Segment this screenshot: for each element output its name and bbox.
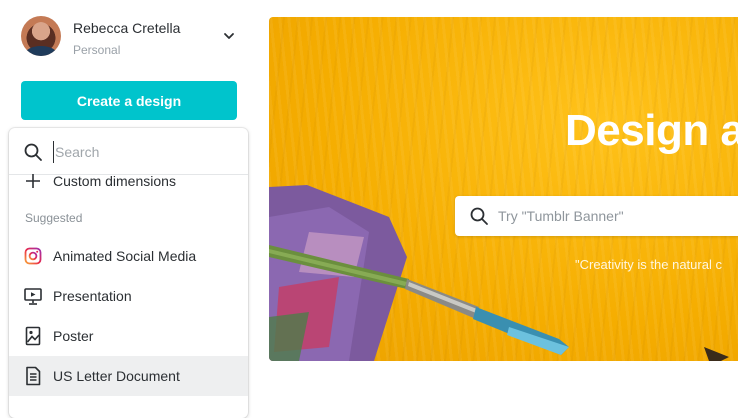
poster-icon xyxy=(23,326,43,346)
presentation-icon xyxy=(23,286,43,306)
suggested-section-label: Suggested xyxy=(25,211,83,225)
suggested-item-label: Poster xyxy=(53,328,94,344)
suggested-item-label: Presentation xyxy=(53,288,132,304)
account-name: Rebecca Cretella xyxy=(73,20,181,36)
document-icon xyxy=(23,366,43,386)
suggested-item-label: Animated Social Media xyxy=(53,248,197,264)
create-design-button[interactable]: Create a design xyxy=(21,81,237,120)
hero-title: Design a xyxy=(565,106,738,155)
hero-quote: "Creativity is the natural c xyxy=(575,257,722,272)
search-icon xyxy=(24,143,42,161)
avatar xyxy=(21,16,61,56)
create-design-dropdown: Custom dimensions Suggested xyxy=(9,128,248,418)
plus-icon xyxy=(23,171,43,191)
custom-dimensions-item[interactable]: Custom dimensions xyxy=(9,161,248,201)
custom-dimensions-label: Custom dimensions xyxy=(53,173,176,189)
sidebar: Rebecca Cretella Personal Create a desig… xyxy=(0,0,258,418)
search-icon xyxy=(470,207,488,225)
design-search-input[interactable] xyxy=(53,141,235,163)
instagram-icon xyxy=(23,246,43,266)
paintbrush-palette-illustration xyxy=(269,185,729,361)
hero-banner: Design a "Creativity is the natural c xyxy=(269,17,738,361)
account-switcher[interactable]: Rebecca Cretella Personal xyxy=(21,15,241,59)
suggested-item-us-letter-document[interactable]: US Letter Document xyxy=(9,356,248,396)
suggested-item-poster[interactable]: Poster xyxy=(9,316,248,356)
hero-search-input[interactable] xyxy=(498,205,738,227)
suggested-item-label: US Letter Document xyxy=(53,368,180,384)
account-type: Personal xyxy=(73,43,121,57)
chevron-down-icon[interactable] xyxy=(222,29,236,43)
hero-search-box xyxy=(455,196,738,236)
suggested-item-presentation[interactable]: Presentation xyxy=(9,276,248,316)
suggested-item-animated-social-media[interactable]: Animated Social Media xyxy=(9,236,248,276)
